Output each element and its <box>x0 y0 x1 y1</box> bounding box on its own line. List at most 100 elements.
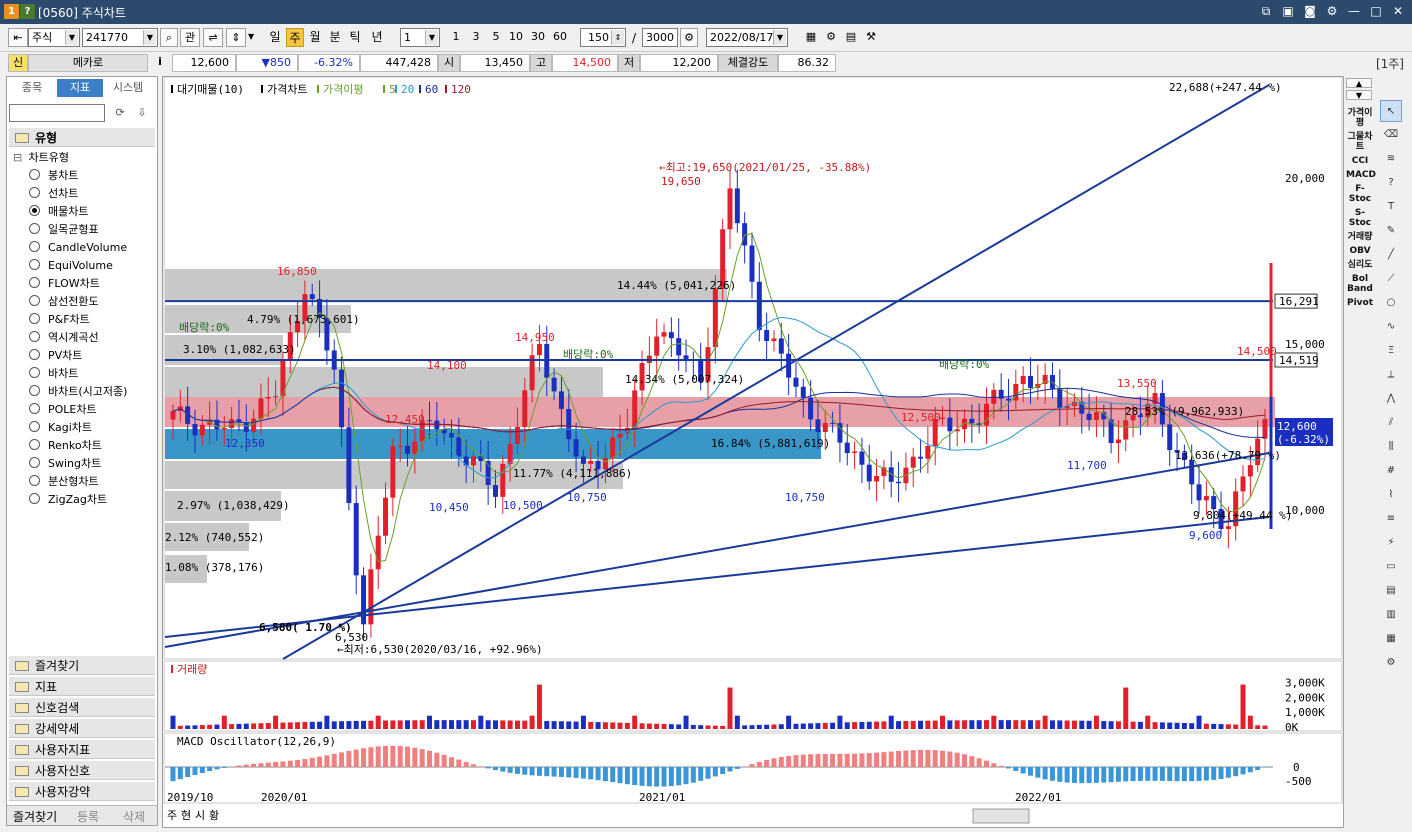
ruler-icon[interactable]: ⟋ <box>1380 268 1402 290</box>
indicator-5-button[interactable]: S-Stoc <box>1346 208 1374 228</box>
chart-type-0[interactable]: 봉차트 <box>29 167 78 185</box>
bottom-tab-2[interactable]: 시 <box>195 809 205 822</box>
indicator-9-button[interactable]: Bol Band <box>1346 274 1374 294</box>
tab-stock[interactable]: 종목 <box>9 79 55 97</box>
save-icon[interactable]: ▣ <box>1280 3 1296 19</box>
auto-icon[interactable]: ⚡ <box>1380 532 1402 554</box>
folder-5[interactable]: 사용자신호 <box>9 760 155 780</box>
scroll-down-icon[interactable]: ▼ <box>1346 90 1372 100</box>
interval-1-button[interactable]: 3 <box>466 28 486 47</box>
chart-type-12[interactable]: 바차트(시고저종) <box>29 383 127 401</box>
grid-icon[interactable]: # <box>1380 460 1402 482</box>
settings-small-icon[interactable]: ⚙ <box>680 28 698 47</box>
text-icon[interactable]: T <box>1380 196 1402 218</box>
radio-icon[interactable] <box>29 295 40 306</box>
period-2-button[interactable]: 월 <box>306 28 324 47</box>
bottom-tab-3[interactable]: 황 <box>209 809 219 822</box>
download-icon[interactable]: ⇩ <box>133 104 151 122</box>
interval-0-button[interactable]: 1 <box>446 28 466 47</box>
bars-icon[interactable]: ⫼ <box>1380 436 1402 458</box>
chart-svg[interactable]: 20,00015,00010,00016,29114,51912,600(-6.… <box>163 77 1343 827</box>
bottom-tab-1[interactable]: 현 <box>181 809 191 822</box>
radio-icon[interactable] <box>29 205 40 216</box>
bottom-tab-0[interactable]: 주 <box>167 809 177 822</box>
section-type[interactable]: 유형 <box>9 127 155 147</box>
indicator-0-button[interactable]: 가격이평 <box>1346 108 1374 128</box>
indicator-6-button[interactable]: 거래량 <box>1346 232 1374 242</box>
print-icon[interactable]: ▤ <box>842 28 860 47</box>
radio-icon[interactable] <box>29 367 40 378</box>
chart-type-17[interactable]: 분산형차트 <box>29 473 99 491</box>
register-button[interactable]: 등록 <box>77 808 99 825</box>
interval-5-button[interactable]: 60 <box>550 28 570 47</box>
radio-icon[interactable] <box>29 241 40 252</box>
chart-type-9[interactable]: 역시계곡선 <box>29 329 99 347</box>
count-input[interactable]: 150 ⇕ <box>580 28 626 47</box>
period-5-button[interactable]: 년 <box>368 28 386 47</box>
chart-type-15[interactable]: Renko차트 <box>29 437 102 455</box>
chart-type-8[interactable]: P&F차트 <box>29 311 90 329</box>
fan-icon[interactable]: ⋀ <box>1380 388 1402 410</box>
folder-3[interactable]: 강세약세 <box>9 718 155 738</box>
gann-icon[interactable]: ⟂ <box>1380 364 1402 386</box>
chart-type-1[interactable]: 선차트 <box>29 185 78 203</box>
chart-settings-icon[interactable]: ▦ <box>802 28 820 47</box>
date-select[interactable]: 2022/08/17 ▼ <box>706 28 788 47</box>
search-icon[interactable]: ⌕ <box>160 28 178 47</box>
help-icon[interactable]: ? <box>20 4 35 19</box>
chart-type-16[interactable]: Swing차트 <box>29 455 101 473</box>
line-icon[interactable]: ╱ <box>1380 244 1402 266</box>
zigzag-icon[interactable]: ⌇ <box>1380 484 1402 506</box>
table-icon[interactable]: ▦ <box>1380 628 1402 650</box>
radio-icon[interactable] <box>29 223 40 234</box>
pen-icon[interactable]: ✎ <box>1380 220 1402 242</box>
tab-favorites-bottom[interactable]: 즐겨찾기 <box>13 808 57 825</box>
radio-icon[interactable] <box>29 385 40 396</box>
indicator-10-button[interactable]: Pivot <box>1346 298 1374 308</box>
link-icon[interactable]: ⧉ <box>1258 3 1274 19</box>
chevron-down-icon[interactable]: ▼ <box>248 32 254 41</box>
minimize-icon[interactable]: — <box>1346 3 1362 19</box>
clear-all-icon[interactable]: ≋ <box>1380 148 1402 170</box>
radio-icon[interactable] <box>29 331 40 342</box>
indicator-search-input[interactable] <box>9 104 105 122</box>
radio-icon[interactable] <box>29 259 40 270</box>
eraser-icon[interactable]: ⌫ <box>1380 124 1402 146</box>
radio-icon[interactable] <box>29 457 40 468</box>
chart-type-11[interactable]: 바차트 <box>29 365 78 383</box>
question-icon[interactable]: ? <box>1380 172 1402 194</box>
chart-type-3[interactable]: 일목균형표 <box>29 221 99 239</box>
radio-icon[interactable] <box>29 169 40 180</box>
interval-4-button[interactable]: 30 <box>528 28 548 47</box>
document-icon[interactable]: ▤ <box>1380 580 1402 602</box>
window-icon[interactable]: ▭ <box>1380 556 1402 578</box>
channel-icon[interactable]: ⫽ <box>1380 412 1402 434</box>
indicator-7-button[interactable]: OBV <box>1346 246 1374 256</box>
tools-icon[interactable]: ⚒ <box>862 28 880 47</box>
stock-code-input[interactable]: 241770 ▼ <box>82 28 158 47</box>
gwan-button[interactable]: 관 <box>180 28 200 47</box>
indicator-8-button[interactable]: 심리도 <box>1346 260 1374 270</box>
chart-type-2[interactable]: 매물차트 <box>29 203 88 221</box>
radio-icon[interactable] <box>29 421 40 432</box>
radio-icon[interactable] <box>29 439 40 450</box>
folder-4[interactable]: 사용자지표 <box>9 739 155 759</box>
radio-icon[interactable] <box>29 313 40 324</box>
period-0-button[interactable]: 일 <box>266 28 284 47</box>
settings-icon[interactable]: ⚙ <box>1380 652 1402 674</box>
maximize-icon[interactable]: □ <box>1368 3 1384 19</box>
chart-type-4[interactable]: CandleVolume <box>29 239 127 257</box>
stock-name[interactable]: 메카로 <box>28 54 148 72</box>
circle-icon[interactable]: ○ <box>1380 292 1402 314</box>
radio-icon[interactable] <box>29 187 40 198</box>
chart-type-7[interactable]: 삼선전환도 <box>29 293 99 311</box>
fibonacci-icon[interactable]: Ξ <box>1380 340 1402 362</box>
folder-1[interactable]: 지표 <box>9 676 155 696</box>
chart-type-13[interactable]: POLE차트 <box>29 401 97 419</box>
gear-icon[interactable]: ⚙ <box>822 28 840 47</box>
tab-system[interactable]: 시스템 <box>105 79 151 97</box>
refresh-icon[interactable]: ⟳ <box>111 104 129 122</box>
spin-icon[interactable]: ⇕ <box>611 30 624 45</box>
interval-2-button[interactable]: 5 <box>486 28 506 47</box>
info-icon[interactable]: i <box>152 54 168 72</box>
